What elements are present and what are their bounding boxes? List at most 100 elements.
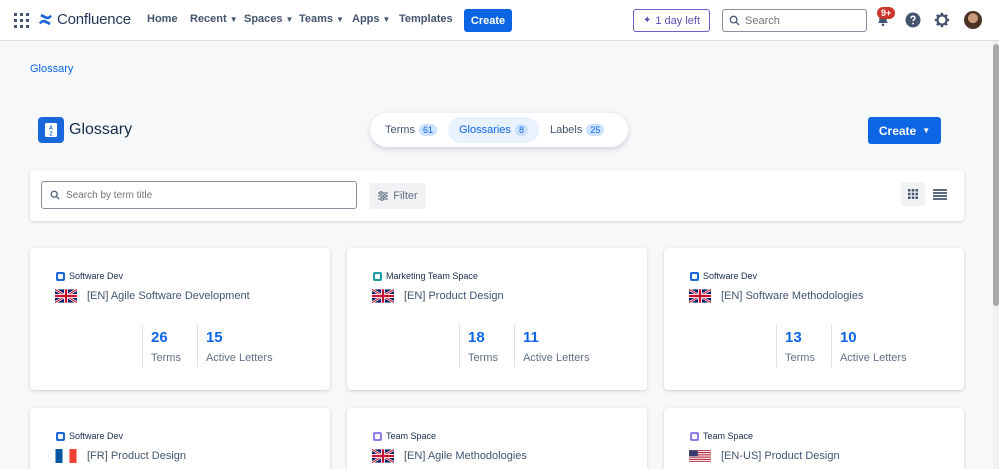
grid-view-button[interactable]: [901, 182, 925, 206]
card-space: Software Dev: [690, 271, 757, 281]
grid-icon: [908, 189, 918, 199]
card-space-name: Software Dev: [703, 271, 758, 281]
tab-terms-count: 61: [418, 124, 437, 136]
space-icon: [690, 431, 699, 441]
space-icon: [56, 271, 65, 281]
card-title: [EN] Software Methodologies: [721, 290, 864, 302]
chevron-down-icon: ▼: [382, 14, 391, 24]
settings-button[interactable]: [933, 11, 951, 29]
letters-stat: 15 Active Letters: [196, 325, 273, 367]
space-icon: [56, 431, 65, 441]
glossary-card[interactable]: Team Space [EN] Agile Methodologies: [347, 408, 647, 469]
flag-us-icon: [689, 449, 711, 463]
space-icon: [373, 431, 382, 441]
nav-home[interactable]: Home: [147, 13, 178, 25]
card-title-row: [EN] Agile Software Development: [54, 288, 250, 304]
filter-label: Filter: [393, 190, 418, 202]
tab-glossaries-count: 8: [514, 124, 528, 136]
search-icon: [729, 15, 740, 26]
nav-apps[interactable]: Apps ▼: [352, 13, 390, 25]
create-glossary-button[interactable]: Create ▼: [868, 117, 941, 144]
flag-uk-icon: [54, 288, 78, 304]
global-search-input[interactable]: [745, 14, 855, 27]
flag-uk-icon: [371, 288, 395, 304]
sparkle-icon: ✦: [642, 15, 652, 26]
terms-label: Terms: [151, 352, 181, 364]
confluence-icon: [38, 13, 53, 26]
card-space-name: Team Space: [386, 431, 437, 441]
help-button[interactable]: [904, 11, 922, 29]
filter-button[interactable]: Filter: [369, 183, 426, 209]
tab-glossaries-label: Glossaries: [458, 124, 511, 136]
flag-uk-icon: [371, 448, 395, 464]
tab-terms-label: Terms: [385, 124, 415, 136]
tab-labels[interactable]: Labels 25: [539, 117, 615, 143]
view-tabs: Terms 61 Glossaries 8 Labels 25: [370, 113, 628, 147]
term-search-input[interactable]: [66, 189, 346, 201]
tab-glossaries[interactable]: Glossaries 8: [447, 117, 539, 143]
letters-label: Active Letters: [839, 352, 907, 364]
space-icon: [690, 271, 699, 281]
create-button[interactable]: Create: [464, 9, 512, 32]
terms-stat: 26 Terms: [142, 325, 181, 367]
nav-templates[interactable]: Templates: [399, 13, 453, 25]
glossary-card[interactable]: Software Dev [EN] Software Methodologies 1…: [664, 248, 964, 390]
terms-label: Terms: [468, 352, 498, 364]
page-title: Glossary: [69, 121, 133, 138]
card-title: [EN-US] Product Design: [721, 450, 840, 462]
card-title-row: [EN-US] Product Design: [689, 449, 840, 463]
nav-spaces-label: Spaces: [244, 13, 283, 25]
terms-count: 26: [151, 329, 168, 346]
nav-teams[interactable]: Teams ▼: [299, 13, 344, 25]
breadcrumb[interactable]: Glossary: [30, 63, 73, 75]
letters-count: 10: [839, 329, 857, 346]
list-view-button[interactable]: [928, 182, 952, 206]
trial-button[interactable]: ✦ 1 day left: [633, 9, 710, 32]
confluence-logo[interactable]: Confluence: [38, 11, 131, 28]
app-switcher-icon[interactable]: [14, 13, 29, 28]
filter-bar: Filter: [30, 170, 964, 221]
term-search[interactable]: [41, 181, 357, 209]
space-icon: [373, 271, 382, 281]
scrollbar-thumb[interactable]: [993, 44, 999, 306]
nav-templates-label: Templates: [399, 13, 453, 25]
glossary-card[interactable]: Software Dev [FR] Product Design: [30, 408, 330, 469]
tab-labels-label: Labels: [549, 124, 583, 136]
glossary-card[interactable]: Team Space [EN-US] Product Design: [664, 408, 964, 469]
global-search[interactable]: [722, 9, 867, 32]
letters-stat: 10 Active Letters: [830, 325, 907, 367]
card-space-name: Software Dev: [69, 271, 124, 281]
search-icon: [50, 190, 60, 200]
glossary-book-icon: AZ: [38, 117, 64, 143]
chevron-down-icon: ▼: [229, 14, 238, 24]
flag-uk-icon: [688, 288, 712, 304]
letters-label: Active Letters: [522, 352, 590, 364]
card-space-name: Software Dev: [69, 431, 124, 441]
brand-name: Confluence: [57, 11, 131, 28]
terms-count: 13: [785, 329, 802, 346]
card-title-row: [FR] Product Design: [55, 449, 186, 463]
card-stats: 13 Terms 10 Active Letters: [776, 325, 923, 367]
glossary-card[interactable]: Marketing Team Space [EN] Product Design 1…: [347, 248, 647, 390]
card-title: [EN] Agile Software Development: [87, 290, 250, 302]
card-title: [EN] Agile Methodologies: [404, 450, 527, 462]
glossary-card[interactable]: Software Dev [EN] Agile Software Developm…: [30, 248, 330, 390]
letters-count: 15: [205, 329, 223, 346]
chevron-down-icon: ▼: [285, 14, 294, 24]
top-navigation: Confluence Home Recent ▼ Spaces ▼ Teams ▼ A…: [0, 0, 999, 41]
terms-label: Terms: [785, 352, 815, 364]
letters-stat: 11 Active Letters: [513, 325, 590, 367]
nav-recent[interactable]: Recent ▼: [190, 13, 238, 25]
card-stats: 18 Terms 11 Active Letters: [459, 325, 606, 367]
card-space: Software Dev: [56, 431, 123, 441]
chevron-down-icon: ▼: [922, 126, 931, 135]
tab-terms[interactable]: Terms 61: [374, 117, 448, 143]
scrollbar[interactable]: [993, 41, 999, 469]
notification-badge: 9+: [877, 7, 896, 19]
card-title-row: [EN] Product Design: [371, 288, 504, 304]
letters-label: Active Letters: [205, 352, 273, 364]
avatar[interactable]: [964, 11, 982, 29]
nav-teams-label: Teams: [299, 13, 334, 25]
terms-stat: 13 Terms: [776, 325, 815, 367]
nav-spaces[interactable]: Spaces ▼: [244, 13, 293, 25]
